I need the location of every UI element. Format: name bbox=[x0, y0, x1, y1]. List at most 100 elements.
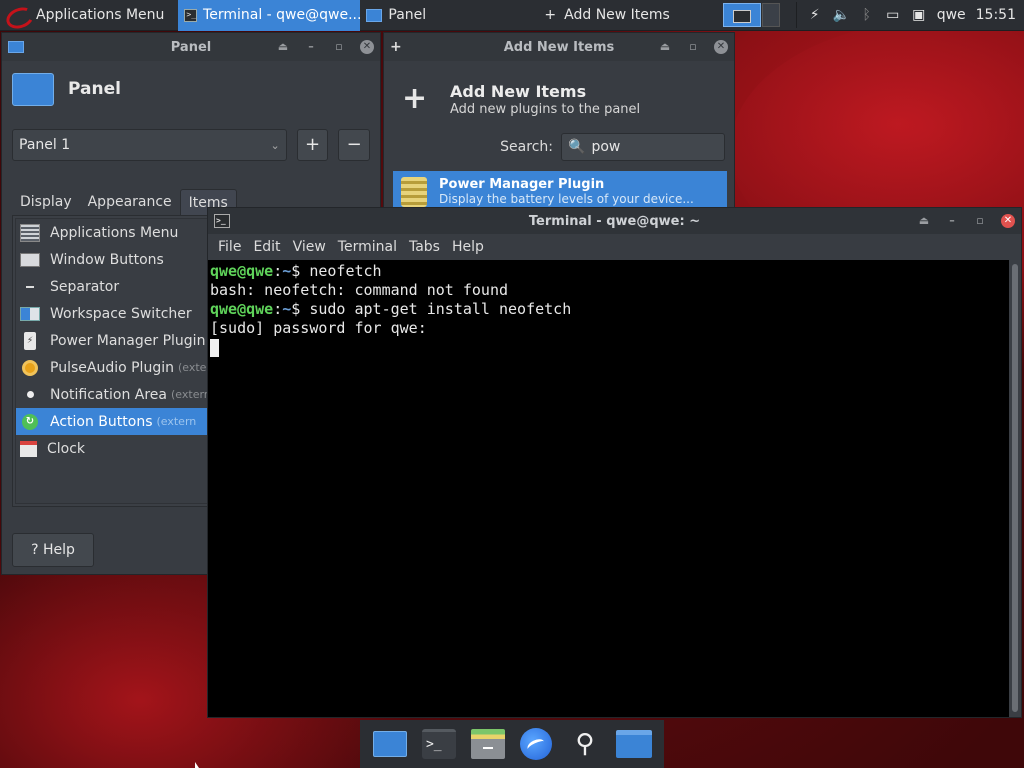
search-row: Search: 🔍 bbox=[384, 133, 734, 161]
shade-button[interactable]: ⏏ bbox=[917, 214, 931, 228]
terminal-output[interactable]: qwe@qwe:~$ neofetch bash: neofetch: comm… bbox=[208, 260, 1011, 717]
power-icon[interactable]: ⚡ bbox=[807, 7, 823, 23]
applications-menu-label: Applications Menu bbox=[36, 7, 165, 23]
menu-tabs[interactable]: Tabs bbox=[403, 239, 446, 255]
terminal-icon: >_ bbox=[184, 8, 198, 22]
result-title: Power Manager Plugin bbox=[439, 177, 605, 192]
window-buttons-icon bbox=[20, 252, 40, 267]
network-icon[interactable]: ▭ bbox=[885, 7, 901, 23]
maximize-button[interactable]: ▫ bbox=[332, 40, 346, 54]
text-cursor bbox=[210, 339, 219, 357]
panel-icon bbox=[366, 8, 383, 22]
window-title: Terminal - qwe@qwe: ~ bbox=[528, 213, 701, 229]
menu-view[interactable]: View bbox=[287, 239, 332, 255]
desktop-icon bbox=[373, 731, 408, 757]
mouse-pointer-icon bbox=[195, 762, 199, 768]
add-subheading: Add new plugins to the panel bbox=[450, 101, 641, 117]
shade-button[interactable]: ⏏ bbox=[276, 40, 290, 54]
task-panel[interactable]: Panel bbox=[360, 0, 538, 31]
web-browser-icon bbox=[520, 728, 553, 760]
workspace-2[interactable] bbox=[762, 3, 781, 27]
scroll-thumb[interactable] bbox=[1012, 264, 1018, 712]
app-finder-icon: ⚲ bbox=[575, 729, 595, 759]
terminal-icon: >_ bbox=[421, 729, 456, 759]
battery-icon bbox=[401, 176, 427, 207]
separator-icon bbox=[20, 278, 40, 296]
close-button[interactable]: ✕ bbox=[1001, 214, 1015, 228]
search-input[interactable] bbox=[591, 139, 712, 155]
file-manager-icon bbox=[470, 729, 505, 759]
add-panel-button[interactable]: + bbox=[296, 129, 329, 161]
workspace-switcher-icon bbox=[20, 306, 40, 321]
result-description: Display the battery levels of your devic… bbox=[439, 192, 694, 206]
distro-logo-icon bbox=[6, 6, 30, 24]
minimize-button[interactable]: – bbox=[945, 214, 959, 228]
workspace-1[interactable] bbox=[723, 3, 762, 27]
notification-icon[interactable]: ▣ bbox=[911, 7, 927, 23]
system-tray: ⚡ 🔈 ᛒ ▭ ▣ qwe 15:51 bbox=[795, 2, 1024, 28]
terminal-scrollbar[interactable] bbox=[1009, 260, 1021, 717]
plus-icon: + bbox=[402, 81, 428, 116]
maximize-button[interactable]: ▫ bbox=[686, 40, 700, 54]
add-heading: Add New Items bbox=[450, 81, 587, 101]
workspace-switcher[interactable] bbox=[723, 3, 781, 28]
bluetooth-icon[interactable]: ᛒ bbox=[859, 7, 875, 23]
task-add-new-items[interactable]: + Add New Items bbox=[538, 0, 723, 31]
user-name[interactable]: qwe bbox=[937, 7, 966, 23]
maximize-button[interactable]: ▫ bbox=[973, 214, 987, 228]
terminal-window: >_ Terminal - qwe@qwe: ~ ⏏ – ▫ ✕ File Ed… bbox=[207, 207, 1022, 718]
clock[interactable]: 15:51 bbox=[976, 7, 1016, 23]
help-icon: ? bbox=[31, 542, 39, 558]
top-panel: Applications Menu >_ Terminal - qwe@qwe.… bbox=[0, 0, 1024, 31]
dock-item-app-finder[interactable]: ⚲ bbox=[567, 727, 603, 761]
dock-item-web-browser[interactable] bbox=[518, 727, 554, 761]
clock-icon bbox=[20, 440, 37, 457]
search-field[interactable]: 🔍 bbox=[561, 133, 725, 161]
panel-selector-row: Panel 1 ⌄ + − bbox=[2, 129, 380, 161]
terminal-line: qwe@qwe:~$ neofetch bbox=[210, 262, 382, 280]
volume-icon[interactable]: 🔈 bbox=[833, 7, 850, 23]
dock-item-terminal[interactable]: >_ bbox=[421, 727, 457, 761]
action-buttons-icon: ↻ bbox=[22, 413, 38, 430]
add-window-titlebar[interactable]: + Add New Items ⏏ ▫ ✕ bbox=[384, 33, 734, 61]
remove-panel-button[interactable]: − bbox=[338, 129, 370, 161]
panel-heading: Panel bbox=[68, 79, 121, 99]
applications-menu-icon bbox=[20, 223, 40, 242]
menu-edit[interactable]: Edit bbox=[247, 239, 286, 255]
shade-button[interactable]: ⏏ bbox=[658, 40, 672, 54]
task-label: Add New Items bbox=[564, 7, 670, 23]
minimize-button[interactable]: – bbox=[304, 40, 318, 54]
dock-item-home-folder[interactable] bbox=[615, 727, 652, 761]
notification-area-icon bbox=[20, 386, 40, 404]
panel-window-titlebar[interactable]: Panel ⏏ – ▫ ✕ bbox=[2, 33, 380, 61]
terminal-titlebar[interactable]: >_ Terminal - qwe@qwe: ~ ⏏ – ▫ ✕ bbox=[208, 208, 1021, 234]
dock-item-desktop[interactable] bbox=[372, 727, 408, 761]
list-item[interactable]: Power Manager Plugin Display the battery… bbox=[393, 171, 727, 212]
plus-icon: + bbox=[390, 39, 402, 55]
power-manager-icon: ⚡ bbox=[24, 331, 36, 350]
tab-appearance[interactable]: Appearance bbox=[80, 189, 180, 215]
terminal-line: [sudo] password for qwe: bbox=[210, 319, 427, 337]
task-label: Terminal - qwe@qwe... bbox=[203, 7, 362, 23]
menu-terminal[interactable]: Terminal bbox=[332, 239, 403, 255]
terminal-line bbox=[210, 338, 1009, 357]
panel-icon bbox=[8, 41, 24, 53]
panel-icon bbox=[12, 72, 54, 106]
home-folder-icon bbox=[615, 730, 652, 758]
help-button[interactable]: ? Help bbox=[12, 533, 94, 567]
pulseaudio-icon bbox=[22, 359, 38, 376]
menu-file[interactable]: File bbox=[212, 239, 247, 255]
menu-help[interactable]: Help bbox=[446, 239, 490, 255]
panel-select[interactable]: Panel 1 ⌄ bbox=[12, 129, 287, 161]
chevron-down-icon: ⌄ bbox=[270, 138, 280, 152]
close-button[interactable]: ✕ bbox=[360, 40, 374, 54]
task-terminal[interactable]: >_ Terminal - qwe@qwe... bbox=[178, 0, 362, 31]
add-new-items-window: + Add New Items ⏏ ▫ ✕ + Add New Items Ad… bbox=[383, 32, 735, 212]
applications-menu-button[interactable]: Applications Menu bbox=[0, 0, 170, 31]
plus-icon: + bbox=[544, 7, 557, 23]
search-label: Search: bbox=[500, 139, 553, 155]
close-button[interactable]: ✕ bbox=[714, 40, 728, 54]
panel-header: Panel bbox=[2, 61, 380, 117]
dock-item-file-manager[interactable] bbox=[470, 727, 506, 761]
tab-display[interactable]: Display bbox=[12, 189, 80, 215]
